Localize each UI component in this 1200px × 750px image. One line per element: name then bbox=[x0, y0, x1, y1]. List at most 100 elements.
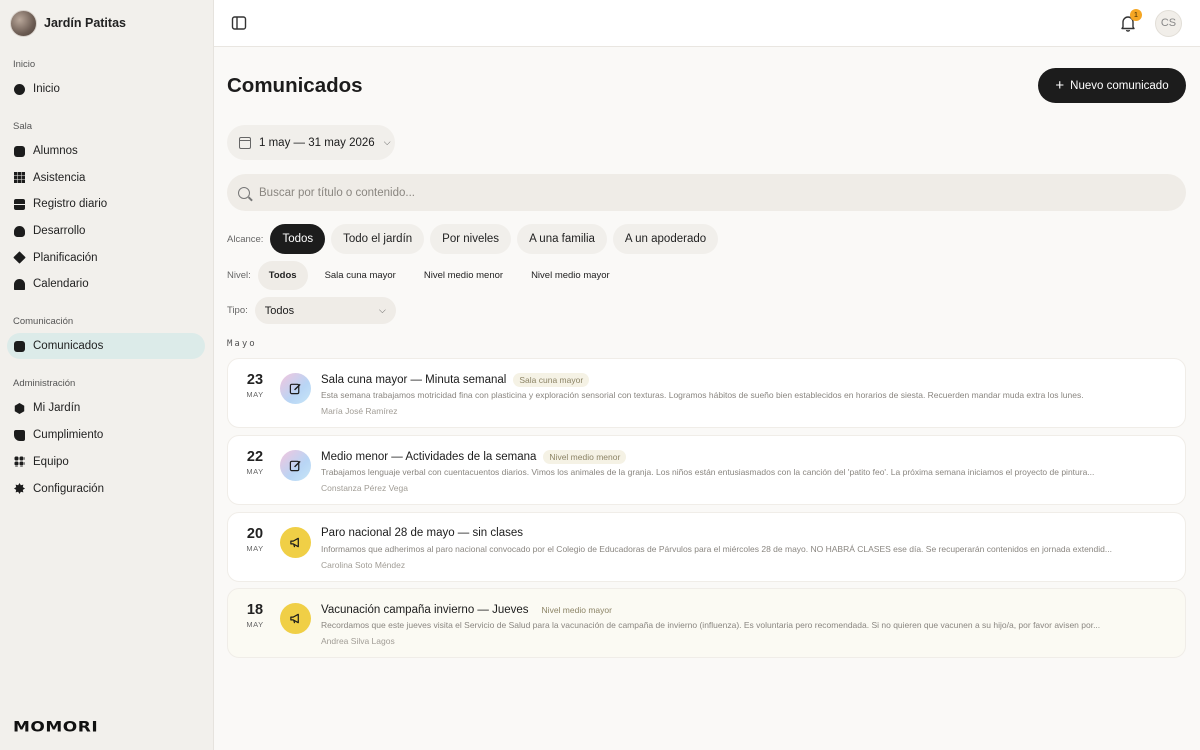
announcement-card[interactable]: 18 MAY Vacunación campaña invierno — Jue… bbox=[227, 588, 1186, 658]
sidebar-item-label: Planificación bbox=[33, 251, 98, 264]
nivel-chip-medio-mayor[interactable]: Nivel medio mayor bbox=[520, 261, 621, 290]
brand-header[interactable]: Jardín Patitas bbox=[0, 0, 213, 46]
sidebar-panel-icon bbox=[231, 16, 247, 30]
sidebar-item-asistencia[interactable]: Asistencia bbox=[7, 165, 205, 191]
arch-icon bbox=[14, 278, 25, 290]
circle-icon bbox=[14, 83, 25, 95]
card-title-row: Sala cuna mayor — Minuta semanal Sala cu… bbox=[321, 373, 590, 387]
card-title-row: Vacunación campaña invierno — Jueves Niv… bbox=[321, 603, 618, 617]
notifications-button[interactable]: 1 bbox=[1118, 9, 1142, 33]
sidebar-item-inicio[interactable]: Inicio bbox=[7, 76, 205, 102]
card-day: 18 bbox=[246, 602, 264, 618]
bars-icon bbox=[14, 198, 25, 210]
card-level-tag: Nivel medio mayor bbox=[541, 605, 612, 615]
nivel-label: Nivel: bbox=[227, 270, 251, 281]
alcance-chip-por-niveles[interactable]: Por niveles bbox=[430, 224, 512, 254]
alcance-chip-todos[interactable]: Todos bbox=[270, 224, 326, 254]
new-announcement-label: Nuevo comunicado bbox=[1070, 79, 1169, 92]
sidebar-item-calendario[interactable]: Calendario bbox=[7, 271, 205, 297]
card-day: 23 bbox=[246, 372, 264, 388]
sidebar-item-label: Equipo bbox=[33, 455, 69, 468]
alcance-label: Alcance: bbox=[227, 233, 264, 245]
sidebar-item-equipo[interactable]: Equipo bbox=[7, 449, 205, 475]
school-name: Jardín Patitas bbox=[44, 16, 126, 30]
main-content: Comunicados + Nuevo comunicado 1 may — 3… bbox=[214, 47, 1200, 750]
search-icon bbox=[238, 186, 250, 199]
toggle-sidebar-button[interactable] bbox=[230, 14, 248, 32]
section-label-sala: Sala bbox=[13, 121, 33, 132]
section-label-comunicacion: Comunicación bbox=[13, 316, 74, 328]
sidebar-item-planificacion[interactable]: Planificación bbox=[7, 245, 205, 271]
alcance-chip-una-familia[interactable]: A una familia bbox=[517, 224, 607, 254]
sidebar-item-desarrollo[interactable]: Desarrollo bbox=[7, 218, 205, 244]
alcance-chip-todo-el-jardin[interactable]: Todo el jardín bbox=[331, 224, 425, 254]
card-title: Medio menor — Actividades de la semana bbox=[321, 451, 537, 463]
megaphone-icon bbox=[280, 527, 311, 558]
sidebar-item-registro-diario[interactable]: Registro diario bbox=[7, 191, 205, 217]
user-avatar[interactable]: CS bbox=[1155, 10, 1182, 37]
nivel-chip-sala-cuna-mayor[interactable]: Sala cuna mayor bbox=[314, 261, 407, 290]
edit-icon bbox=[280, 450, 311, 481]
tipo-select[interactable]: Todos ⌵ bbox=[254, 297, 396, 324]
card-month: MAY bbox=[246, 467, 264, 476]
search-bar bbox=[227, 174, 1186, 211]
tipo-label: Tipo: bbox=[227, 305, 248, 316]
sidebar-item-label: Registro diario bbox=[33, 198, 108, 211]
date-range-picker[interactable]: 1 may — 31 may 2026 ⌵ bbox=[227, 125, 395, 160]
school-avatar bbox=[10, 9, 37, 37]
date-range-value: 1 may — 31 may 2026 bbox=[259, 136, 375, 149]
sidebar-item-label: Comunicados bbox=[33, 340, 104, 353]
plus-icon: + bbox=[1055, 77, 1065, 94]
card-author: Andrea Silva Lagos bbox=[321, 636, 395, 646]
sidebar-item-label: Configuración bbox=[33, 482, 104, 495]
sidebar-item-label: Mi Jardín bbox=[33, 402, 81, 415]
nivel-chip-medio-menor[interactable]: Nivel medio menor bbox=[413, 261, 514, 290]
diamond-icon bbox=[13, 251, 26, 264]
alcance-chip-un-apoderado[interactable]: A un apoderado bbox=[612, 224, 719, 254]
nivel-filter: Nivel: Todos Sala cuna mayor Nivel medio… bbox=[227, 261, 627, 290]
new-announcement-button[interactable]: + Nuevo comunicado bbox=[1038, 68, 1186, 103]
tipo-value: Todos bbox=[264, 304, 295, 317]
card-level-tag: Nivel medio menor bbox=[543, 450, 627, 464]
nivel-chip-todos[interactable]: Todos bbox=[257, 261, 308, 290]
announcement-card[interactable]: 23 MAY Sala cuna mayor — Minuta semanal … bbox=[227, 358, 1186, 428]
sidebar-item-label: Asistencia bbox=[33, 171, 86, 184]
card-month: MAY bbox=[246, 544, 264, 553]
four-dots-icon bbox=[14, 456, 25, 468]
page-title: Comunicados bbox=[227, 74, 363, 97]
card-title: Sala cuna mayor — Minuta semanal bbox=[321, 374, 507, 386]
announcement-card[interactable]: 20 MAY Paro nacional 28 de mayo — sin cl… bbox=[227, 512, 1186, 582]
sidebar-item-label: Alumnos bbox=[33, 145, 78, 157]
sidebar-item-configuracion[interactable]: Configuración bbox=[7, 476, 205, 502]
sidebar-item-comunicados[interactable]: Comunicados bbox=[7, 333, 205, 360]
card-author: Carolina Soto Méndez bbox=[321, 560, 406, 570]
gear-icon bbox=[14, 483, 25, 494]
announcement-card[interactable]: 22 MAY Medio menor — Actividades de la s… bbox=[227, 435, 1186, 505]
calendar-icon bbox=[239, 136, 251, 149]
edit-icon bbox=[280, 373, 311, 404]
megaphone-icon bbox=[280, 603, 311, 634]
sidebar-item-alumnos[interactable]: Alumnos bbox=[7, 138, 205, 164]
card-day: 20 bbox=[246, 526, 264, 542]
card-level-tag: Sala cuna mayor bbox=[513, 373, 590, 387]
sidebar-item-label: Desarrollo bbox=[33, 225, 86, 238]
card-day: 22 bbox=[246, 449, 264, 465]
sidebar-item-mi-jardin[interactable]: Mi Jardín bbox=[7, 395, 205, 421]
card-excerpt: Informamos que adherimos al paro naciona… bbox=[321, 544, 1112, 554]
topbar: 1 CS bbox=[214, 0, 1200, 47]
chevron-down-icon: ⌵ bbox=[383, 137, 391, 147]
card-excerpt: Trabajamos lenguaje verbal con cuentacue… bbox=[321, 467, 1095, 477]
momori-logo: MOMORI bbox=[13, 718, 99, 736]
sidebar-item-cumplimiento[interactable]: Cumplimiento bbox=[7, 422, 205, 448]
card-author: Constanza Pérez Vega bbox=[321, 483, 408, 493]
section-label-administracion: Administración bbox=[13, 378, 76, 390]
club-icon bbox=[14, 225, 25, 237]
section-label-inicio: Inicio bbox=[13, 59, 36, 70]
sidebar-item-label: Cumplimiento bbox=[33, 429, 104, 442]
flag-icon bbox=[14, 429, 25, 441]
card-excerpt: Esta semana trabajamos motricidad fina c… bbox=[321, 390, 1084, 400]
sidebar-item-label: Inicio bbox=[33, 83, 60, 95]
search-input[interactable] bbox=[259, 186, 859, 199]
chevron-down-icon: ⌵ bbox=[378, 305, 386, 315]
rounded-square-icon bbox=[14, 145, 25, 157]
